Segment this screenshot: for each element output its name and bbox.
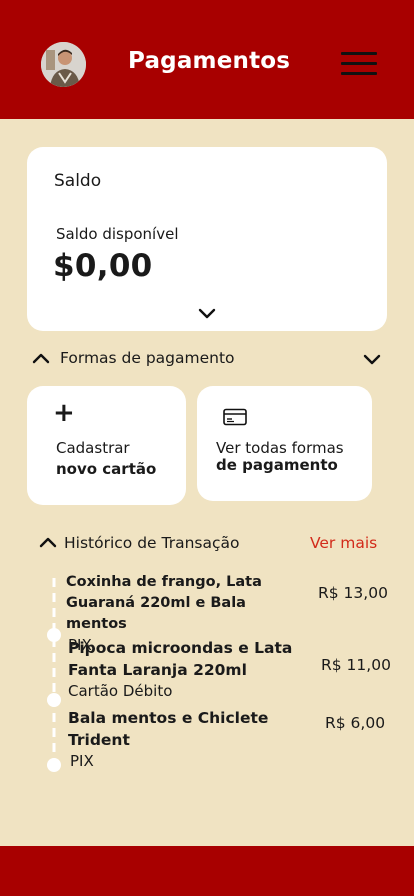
add-card-button[interactable]: + Cadastrar novo cartão <box>27 386 186 505</box>
chevron-up-icon[interactable] <box>32 351 50 365</box>
timeline-line <box>47 578 61 772</box>
transaction-history-header[interactable]: Histórico de Transação Ver mais <box>32 531 384 555</box>
avatar[interactable] <box>41 42 86 87</box>
transaction-name-line1: Pipoca microondas e Lata <box>68 639 293 657</box>
payment-methods-header[interactable]: Formas de pagamento <box>32 347 384 371</box>
app-header: Pagamentos <box>0 0 414 119</box>
transaction-name-line1: Bala mentos e Chiclete <box>68 709 269 727</box>
transaction-name-line2: Guaraná 220ml e Bala mentos <box>66 595 246 632</box>
credit-card-icon <box>223 408 247 426</box>
transaction-amount: R$ 13,00 <box>318 584 388 602</box>
transaction-item[interactable]: Bala mentos e Chiclete Trident PIX <box>68 707 308 771</box>
transaction-name-line2: Trident <box>68 731 130 749</box>
transaction-method: Cartão Débito <box>68 682 173 700</box>
balance-title: Saldo <box>54 171 102 191</box>
chevron-up-icon[interactable] <box>39 535 57 549</box>
see-more-link[interactable]: Ver mais <box>310 534 377 552</box>
transaction-amount: R$ 11,00 <box>321 656 391 674</box>
hamburger-menu-icon[interactable] <box>341 52 377 76</box>
add-card-line2: novo cartão <box>56 460 157 478</box>
page-title: Pagamentos <box>128 48 291 74</box>
all-methods-line2: de pagamento <box>216 456 338 474</box>
transaction-item[interactable]: Pipoca microondas e Lata Fanta Laranja 2… <box>68 637 308 701</box>
plus-icon: + <box>53 398 75 428</box>
all-methods-line1: Ver todas formas <box>216 439 344 457</box>
available-balance-label: Saldo disponível <box>56 225 179 243</box>
transaction-method: PIX <box>70 752 94 770</box>
available-balance-value: $0,00 <box>53 248 153 284</box>
chevron-down-icon[interactable] <box>198 306 216 320</box>
bottom-bar <box>0 846 414 896</box>
transaction-history-label: Histórico de Transação <box>64 534 240 552</box>
balance-card: Saldo Saldo disponível $0,00 <box>27 147 387 331</box>
add-card-line1: Cadastrar <box>56 439 130 457</box>
all-payment-methods-button[interactable]: Ver todas formas de pagamento <box>197 386 372 501</box>
payment-methods-label: Formas de pagamento <box>60 349 235 367</box>
chevron-down-icon[interactable] <box>362 352 382 366</box>
transaction-name-line2: Fanta Laranja 220ml <box>68 661 247 679</box>
transaction-amount: R$ 6,00 <box>325 714 386 732</box>
transaction-name-line1: Coxinha de frango, Lata <box>66 574 262 590</box>
avatar-photo <box>41 42 86 87</box>
